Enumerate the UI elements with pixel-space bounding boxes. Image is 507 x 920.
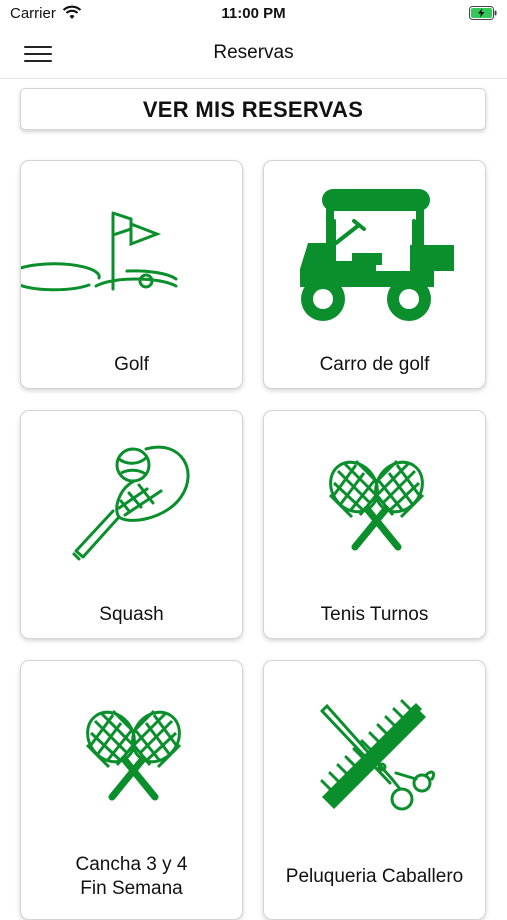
card-golf-cart[interactable]: Carro de golf <box>263 160 486 389</box>
card-label: Tenis Turnos <box>320 604 429 625</box>
card-golf[interactable]: Golf <box>20 160 243 389</box>
card-label-line-1: Cancha 3 y 4 <box>75 854 188 875</box>
card-court-weekend[interactable]: Cancha 3 y 4 Fin Semana <box>20 660 243 920</box>
card-label: Cancha 3 y 4 Fin Semana <box>21 853 242 901</box>
card-label: Golf <box>114 354 149 375</box>
card-label: Peluqueria Caballero <box>285 866 464 887</box>
card-squash[interactable]: Squash <box>20 410 243 639</box>
squash-racket-icon <box>72 445 190 561</box>
card-barber[interactable]: Peluqueria Caballero <box>263 660 486 920</box>
crossed-rackets-icon <box>85 709 182 801</box>
navigation-bar: Reservas <box>0 30 507 79</box>
card-tennis-turns[interactable]: Tenis Turnos <box>263 410 486 639</box>
status-time: 11:00 PM <box>221 5 286 22</box>
card-label: Squash <box>99 604 164 625</box>
page-title: Reservas <box>213 42 294 63</box>
card-label: Carro de golf <box>319 354 430 375</box>
crossed-rackets-icon <box>328 459 425 551</box>
golf-flag-icon <box>21 211 178 292</box>
card-label-line-2: Fin Semana <box>80 878 183 899</box>
status-bar: Carrier 11:00 PM <box>0 0 507 30</box>
scissors-comb-icon <box>320 699 436 811</box>
view-my-reservations-button[interactable]: VER MIS RESERVAS <box>20 88 486 130</box>
battery-charging-icon <box>469 6 497 20</box>
golf-cart-icon <box>300 189 454 321</box>
